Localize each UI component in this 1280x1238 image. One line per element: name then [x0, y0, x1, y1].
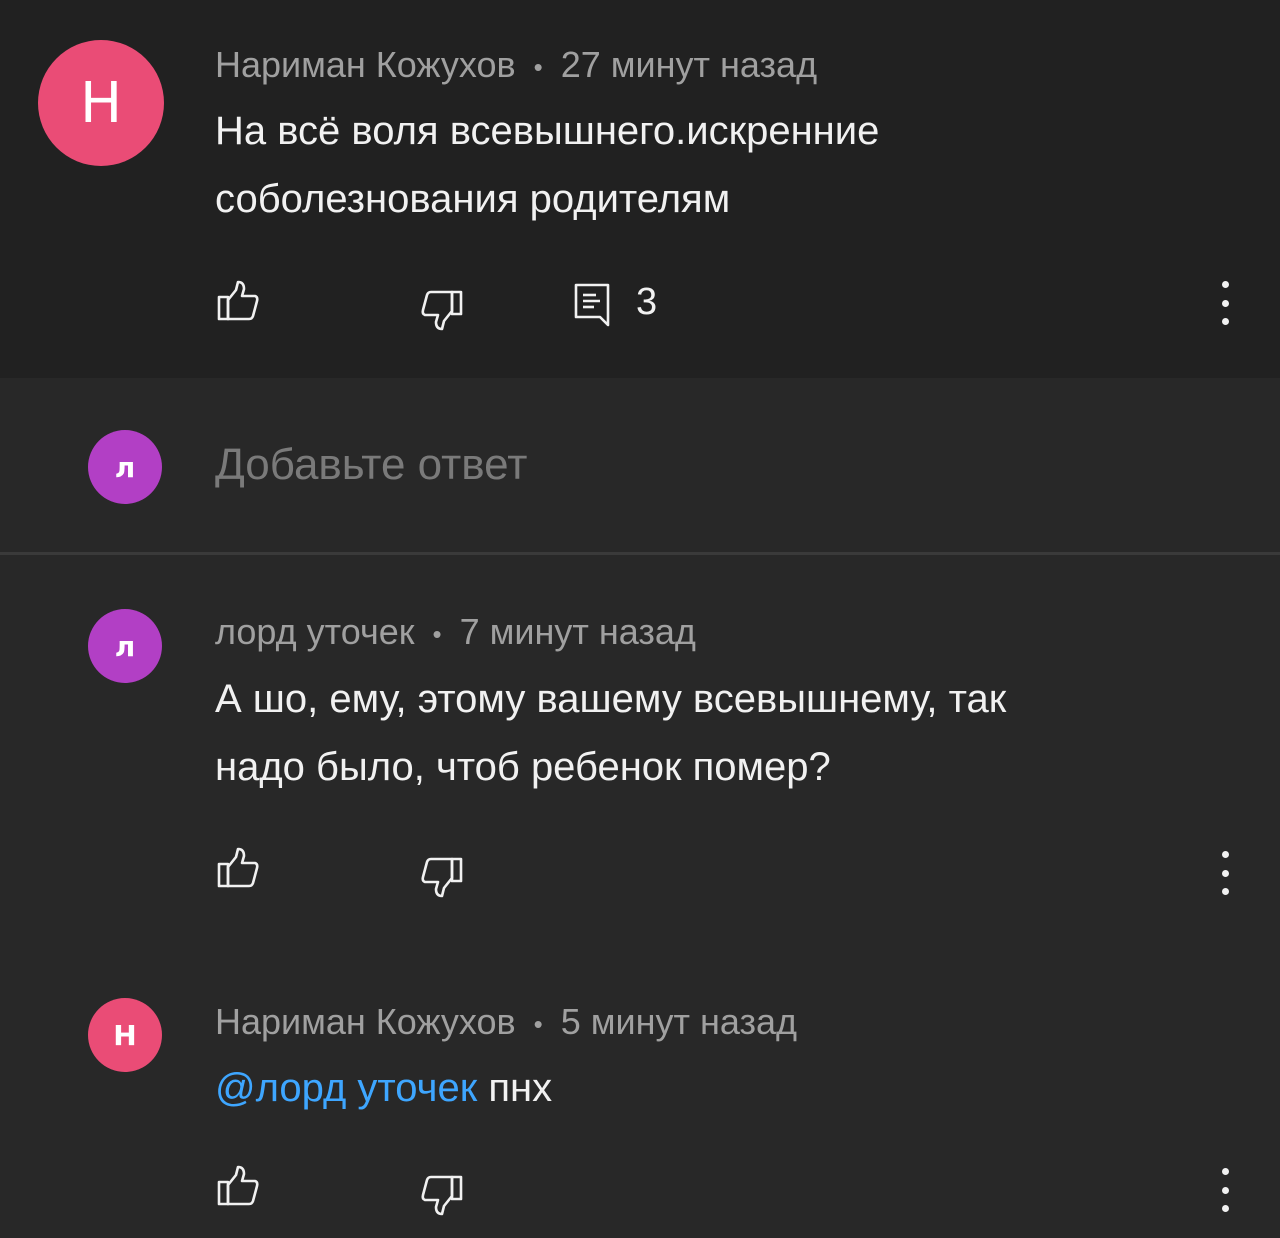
like-button[interactable] [214, 845, 262, 891]
reply-count[interactable]: 3 [636, 281, 657, 324]
comment-text: На всё воля всевышнего.искренние соболез… [215, 97, 1225, 233]
reply-text-content: пнх [477, 1066, 553, 1110]
reply-text: А шо, ему, этому вашему всевышнему, так … [215, 665, 1225, 801]
more-vert-icon [1221, 1168, 1229, 1175]
avatar-letter: Н [113, 1018, 137, 1052]
like-button[interactable] [214, 1163, 262, 1209]
thumb-down-icon [421, 290, 463, 331]
more-options-button[interactable] [1212, 281, 1238, 325]
thumb-down-icon [421, 1175, 463, 1216]
reply-author-avatar[interactable]: Н [88, 998, 162, 1072]
more-options-button[interactable] [1212, 1168, 1238, 1212]
reply-input[interactable]: Добавьте ответ [215, 440, 527, 490]
reply-text: @лорд уточек пнх [215, 1054, 1225, 1122]
more-vert-icon [1221, 281, 1229, 288]
meta-separator: • [432, 618, 442, 649]
dislike-button[interactable] [418, 1172, 466, 1218]
meta-separator: • [533, 51, 543, 82]
thumb-up-icon [217, 1165, 259, 1206]
avatar-letter: Н [79, 70, 123, 136]
comment-text-line: На всё воля всевышнего.искренние [215, 109, 880, 153]
avatar-letter: л [114, 629, 136, 663]
more-vert-icon [1221, 851, 1229, 858]
reply-text-line: надо было, чтоб ребенок помер? [215, 745, 831, 789]
author-name[interactable]: Нариман Кожухов [215, 1001, 516, 1042]
replies-button[interactable] [570, 280, 614, 328]
reply-icon [574, 283, 610, 327]
comment-text-line: соболезнования родителям [215, 177, 731, 221]
dislike-button[interactable] [418, 854, 466, 900]
reply-author-avatar[interactable]: л [88, 609, 162, 683]
comment-meta: Нариман Кожухов • 27 минут назад [215, 44, 817, 86]
comment-time: 5 минут назад [560, 1001, 798, 1042]
thumb-down-icon [421, 857, 463, 898]
current-user-avatar: л [88, 430, 162, 504]
reply-meta: Нариман Кожухов • 5 минут назад [215, 1001, 797, 1043]
mention-link[interactable]: @лорд уточек [215, 1066, 477, 1110]
dislike-button[interactable] [418, 287, 466, 333]
comment-time: 27 минут назад [560, 44, 818, 85]
author-name[interactable]: лорд уточек [215, 611, 414, 652]
main-comment: Н Нариман Кожухов • 27 минут назад На вс… [0, 0, 1280, 378]
avatar-letter: л [114, 450, 136, 484]
thumb-up-icon [217, 280, 259, 321]
meta-separator: • [533, 1008, 543, 1039]
comment-time: 7 минут назад [459, 611, 696, 652]
divider [0, 552, 1280, 555]
reply-meta: лорд уточек • 7 минут назад [215, 611, 696, 653]
more-options-button[interactable] [1212, 851, 1238, 895]
author-name[interactable]: Нариман Кожухов [215, 44, 516, 85]
thumb-up-icon [217, 847, 259, 888]
reply-text-line: А шо, ему, этому вашему всевышнему, так [215, 677, 1007, 721]
author-avatar[interactable]: Н [38, 40, 164, 166]
like-button[interactable] [214, 278, 262, 324]
